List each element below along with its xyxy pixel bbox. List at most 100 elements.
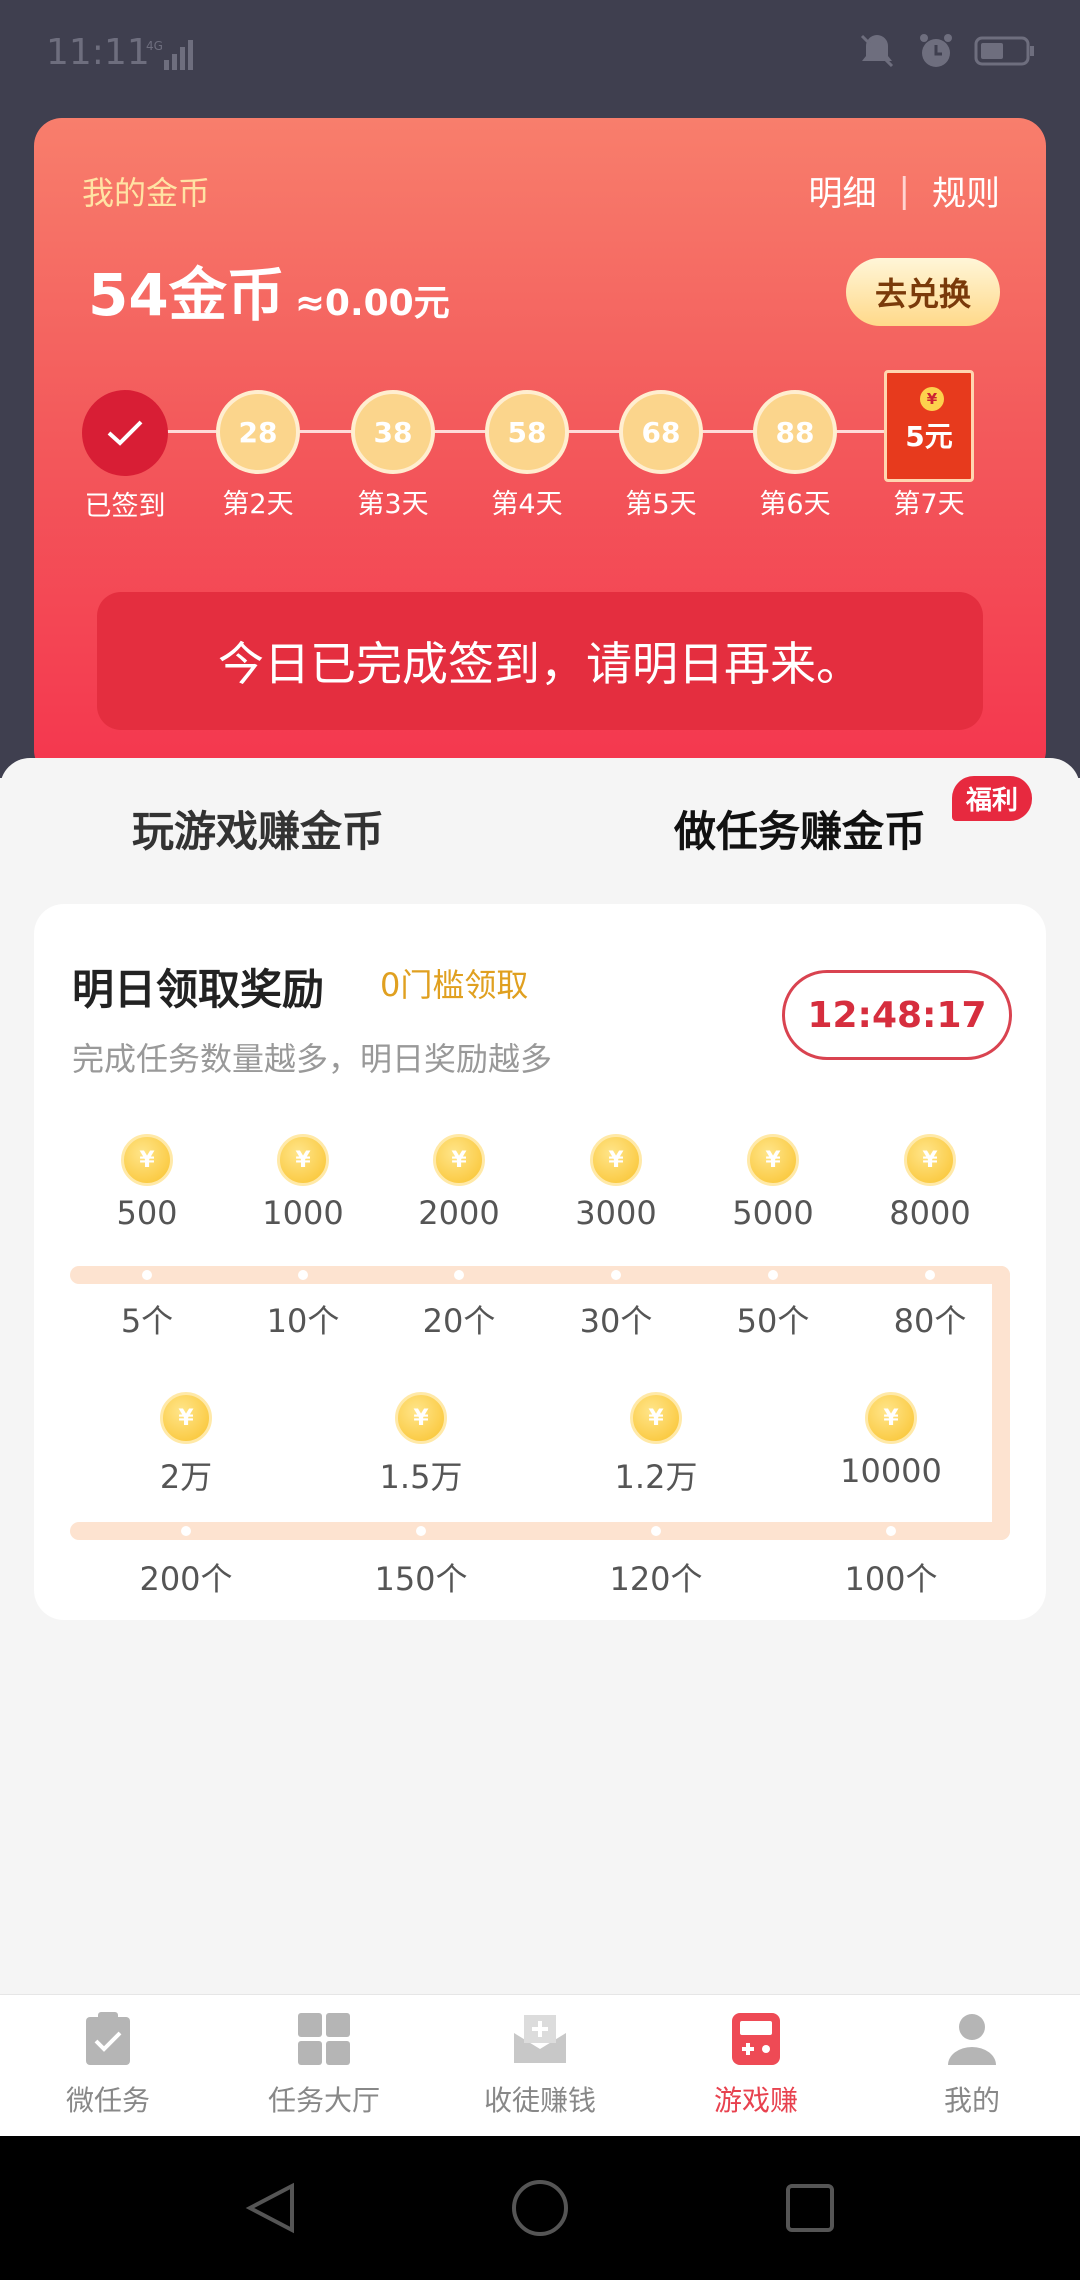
nav-item-micro-tasks[interactable]: 微任务 [0,1995,216,2136]
reward-amount: 10000 [840,1452,942,1490]
tab-do-tasks[interactable]: 做任务赚金币 [672,798,948,865]
nav-item-task-hall[interactable]: 任务大厅 [216,1995,432,2136]
track-top [70,1266,1010,1284]
track-dot [181,1526,191,1536]
vibrate-icon [856,30,898,76]
reward-amount: 8000 [889,1194,971,1232]
track-dot [611,1270,621,1280]
balance-unit: 金币 [168,261,285,329]
checkin-step-value: 68 [619,390,703,474]
task-count: 5个 [120,1302,174,1340]
checked-icon [82,390,168,476]
task-count: 120个 [609,1560,703,1598]
home-icon[interactable] [512,2180,568,2236]
checkin-step-label: 第3天 [357,489,429,520]
reward-node: ¥ 1000 [233,1134,373,1232]
tab-do-tasks-label: 做任务赚金币 [674,807,927,856]
track-dot [651,1526,661,1536]
reward-node: ¥ 1.2万 [586,1392,726,1498]
coin-icon: ¥ [630,1392,682,1444]
checkin-step-label: 第4天 [491,489,563,520]
nav-label: 任务大厅 [267,2084,380,2117]
svg-text:4G: 4G [146,39,163,53]
reward-panel: 明日领取奖励 0门槛领取 完成任务数量越多，明日奖励越多 12:48:17 ¥ … [34,904,1046,1620]
battery-icon [974,34,1036,72]
checkin-step-value: 58 [485,390,569,474]
coin-icon: ¥ [590,1134,642,1186]
track-dot [925,1270,935,1280]
reward-node: ¥ 8000 [860,1134,1000,1232]
track-dot [768,1270,778,1280]
coin-icon: ¥ [121,1134,173,1186]
checkin-step-4: 58 第4天 [472,390,582,521]
alarm-icon [916,31,956,75]
coin-icon: ¥ [433,1134,485,1186]
back-icon[interactable] [245,2182,294,2234]
coin-icon: ¥ [160,1392,212,1444]
user-icon [942,2009,1002,2069]
nav-item-game-earn[interactable]: 游戏赚 [648,1995,864,2136]
clipboard-check-icon [78,2009,138,2069]
checkin-step-1: 已签到 [70,390,180,523]
coin-clasp-icon: ¥ [920,387,944,411]
checkin-step-label: 第5天 [625,489,697,520]
balance-number: 54 [88,261,169,329]
track-bottom [70,1522,1010,1540]
red-packet-value: 5元 [905,420,953,453]
reward-node: ¥ 10000 [821,1392,961,1490]
nav-item-recruit[interactable]: 收徒赚钱 [432,1995,648,2136]
envelope-plus-icon [510,2009,570,2069]
track-dot [886,1526,896,1536]
reward-amount: 500 [116,1194,178,1232]
reward-amount: 1.2万 [614,1458,698,1496]
checkin-step-2: 28 第2天 [203,390,313,521]
reward-amount: 3000 [575,1194,657,1232]
reward-description: 完成任务数量越多，明日奖励越多 [72,1040,553,1078]
checkin-steps: 已签到 28 第2天 38 第3天 58 第4天 68 第5天 88 第6天 ¥… [70,370,1020,522]
countdown-timer: 12:48:17 [782,970,1012,1060]
task-count: 200个 [139,1560,233,1598]
coin-balance: 54 金币 ≈0.00元 [88,248,450,332]
nav-item-mine[interactable]: 我的 [864,1995,1080,2136]
reward-node: ¥ 2万 [116,1392,256,1498]
recents-icon[interactable] [786,2184,834,2232]
coin-icon: ¥ [747,1134,799,1186]
balance-approx: ≈0.00元 [294,283,450,324]
reward-node: ¥ 3000 [546,1134,686,1232]
tab-play-games[interactable]: 玩游戏赚金币 [132,798,384,859]
nav-label: 微任务 [65,2084,150,2117]
checkin-step-5: 68 第5天 [606,390,716,521]
nav-label: 收徒赚钱 [483,2084,596,2117]
track-dot [142,1270,152,1280]
signed-message: 今日已完成签到，请明日再来。 [97,592,983,730]
reward-amount: 5000 [732,1194,814,1232]
exchange-button[interactable]: 去兑换 [846,258,1000,326]
coin-icon: ¥ [904,1134,956,1186]
welfare-badge: 福利 [952,776,1033,821]
task-sheet: 玩游戏赚金币 做任务赚金币 福利 明日领取奖励 0门槛领取 完成任务数量越多，明… [0,758,1080,1994]
task-count: 30个 [579,1302,653,1340]
grid-icon [294,2009,354,2069]
coin-icon: ¥ [395,1392,447,1444]
checkin-step-value: 28 [216,390,300,474]
bottom-nav: 微任务 任务大厅 收徒赚钱 游戏赚 我的 [0,1994,1080,2136]
checkin-step-value: 88 [753,390,837,474]
task-count: 20个 [422,1302,496,1340]
status-bar: 11:11 4G [0,0,1080,118]
task-count: 100个 [844,1560,938,1598]
checkin-step-label: 第2天 [222,489,294,520]
checkin-step-7: ¥ 5元 第7天 [874,370,984,521]
coin-icon: ¥ [865,1392,917,1444]
status-time: 11:11 [46,32,150,73]
red-packet-icon: ¥ 5元 [884,370,974,482]
coin-icon: ¥ [277,1134,329,1186]
system-nav-bar [0,2136,1080,2280]
checkin-step-value: 38 [351,390,435,474]
detail-link[interactable]: 明细 [809,166,877,215]
task-count: 10个 [266,1302,340,1340]
reward-node: ¥ 500 [77,1134,217,1232]
track-dot [298,1270,308,1280]
checkin-step-label: 第6天 [759,489,831,520]
checkin-step-6: 88 第6天 [740,390,850,521]
rules-link[interactable]: 规则 [932,166,1000,215]
